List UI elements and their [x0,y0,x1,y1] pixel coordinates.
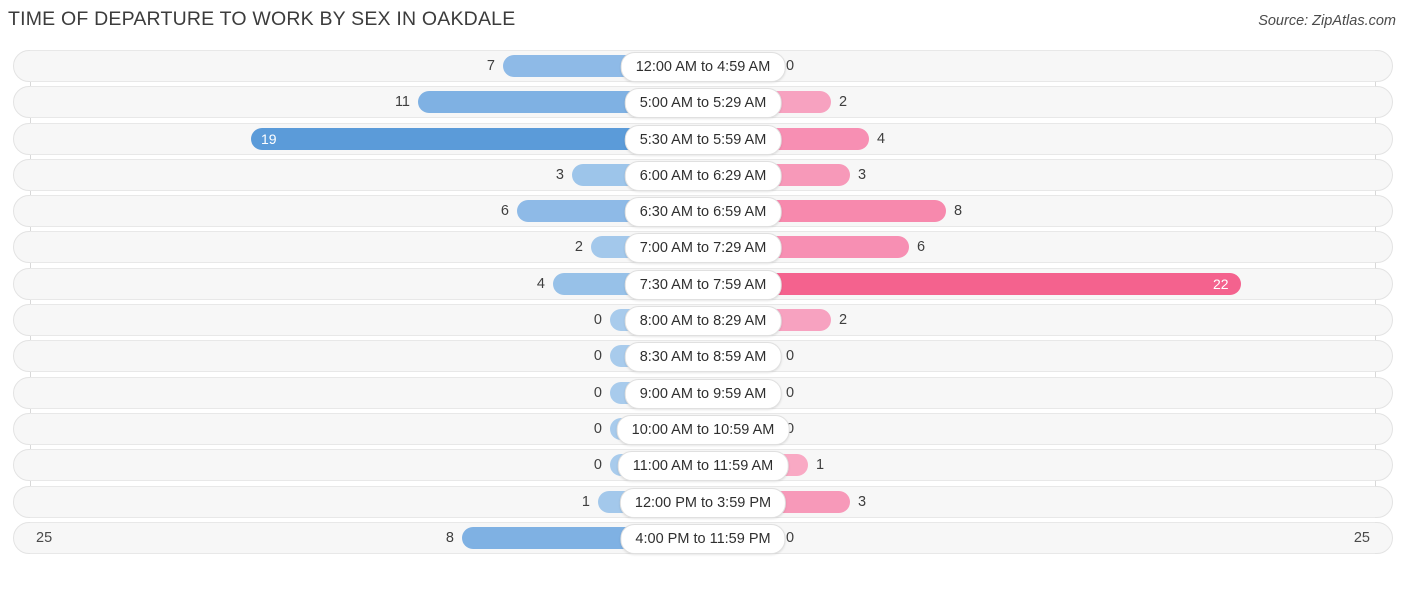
value-label-male: 0 [593,348,602,365]
value-label-female: 2 [839,312,848,329]
value-label-female: 2 [839,94,848,111]
value-label-male: 6 [500,203,509,220]
bar-rows: 7 0 12:00 AM to 4:59 AM 11 2 5:00 AM to 5:29 … [0,50,1406,558]
table-row[interactable]: 4 22 7:30 AM to 7:59 AM [0,267,1406,300]
category-label: 5:30 AM to 5:59 AM [624,124,782,155]
table-row[interactable]: 0 2 8:00 AM to 8:29 AM [0,304,1406,337]
value-label-male: 0 [593,384,602,401]
category-label: 6:00 AM to 6:29 AM [624,160,782,191]
value-label-female: 22 [1213,275,1229,292]
table-row[interactable]: 6 8 6:30 AM to 6:59 AM [0,195,1406,228]
category-label: 8:00 AM to 8:29 AM [624,306,782,337]
value-label-female: 3 [858,166,867,183]
category-label: 6:30 AM to 6:59 AM [624,197,782,228]
value-label-male: 0 [593,457,602,474]
value-label-male: 2 [574,239,583,256]
value-label-male: 0 [593,312,602,329]
table-row[interactable]: 1 3 12:00 PM to 3:59 PM [0,485,1406,518]
value-label-female: 3 [858,493,867,510]
table-row[interactable]: 0 1 11:00 AM to 11:59 AM [0,449,1406,482]
value-label-female: 0 [786,348,795,365]
table-row[interactable]: 19 4 5:30 AM to 5:59 AM [0,122,1406,155]
plot-area: 7 0 12:00 AM to 4:59 AM 11 2 5:00 AM to 5:29 … [0,50,1406,558]
category-label: 4:00 PM to 11:59 PM [620,523,786,554]
value-label-male: 1 [581,493,590,510]
value-label-male: 4 [536,275,545,292]
value-label-male: 0 [593,420,602,437]
table-row[interactable]: 3 3 6:00 AM to 6:29 AM [0,158,1406,191]
value-label-male: 7 [486,58,495,74]
category-label: 10:00 AM to 10:59 AM [616,414,790,445]
table-row[interactable]: 0 0 10:00 AM to 10:59 AM [0,412,1406,445]
value-label-female: 6 [917,239,926,256]
chart-root: TIME OF DEPARTURE TO WORK BY SEX IN OAKD… [0,0,1406,594]
category-label: 9:00 AM to 9:59 AM [624,378,782,409]
value-label-female: 8 [954,203,963,220]
category-label: 5:00 AM to 5:29 AM [624,88,782,119]
category-label: 8:30 AM to 8:59 AM [624,342,782,373]
value-label-male: 3 [555,166,564,183]
table-row[interactable]: 2 6 7:00 AM to 7:29 AM [0,231,1406,264]
bar-female[interactable] [703,272,1241,295]
page-title: TIME OF DEPARTURE TO WORK BY SEX IN OAKD… [8,8,516,30]
table-row[interactable]: 7 0 12:00 AM to 4:59 AM [0,50,1406,82]
category-label: 12:00 PM to 3:59 PM [619,487,787,518]
value-label-female: 0 [786,58,795,74]
category-label: 11:00 AM to 11:59 AM [617,451,789,482]
table-row[interactable]: 11 2 5:00 AM to 5:29 AM [0,86,1406,119]
value-label-female: 4 [877,130,886,147]
category-label: 12:00 AM to 4:59 AM [620,52,786,82]
value-label-female: 1 [816,457,825,474]
table-row[interactable]: 0 0 9:00 AM to 9:59 AM [0,376,1406,409]
category-label: 7:30 AM to 7:59 AM [624,269,782,300]
value-label-female: 0 [786,384,795,401]
category-label: 7:00 AM to 7:29 AM [624,233,782,264]
value-label-male: 19 [261,130,277,147]
table-row[interactable]: 0 0 8:30 AM to 8:59 AM [0,340,1406,373]
source-attribution: Source: ZipAtlas.com [1258,13,1396,29]
value-label-male: 11 [394,94,410,111]
